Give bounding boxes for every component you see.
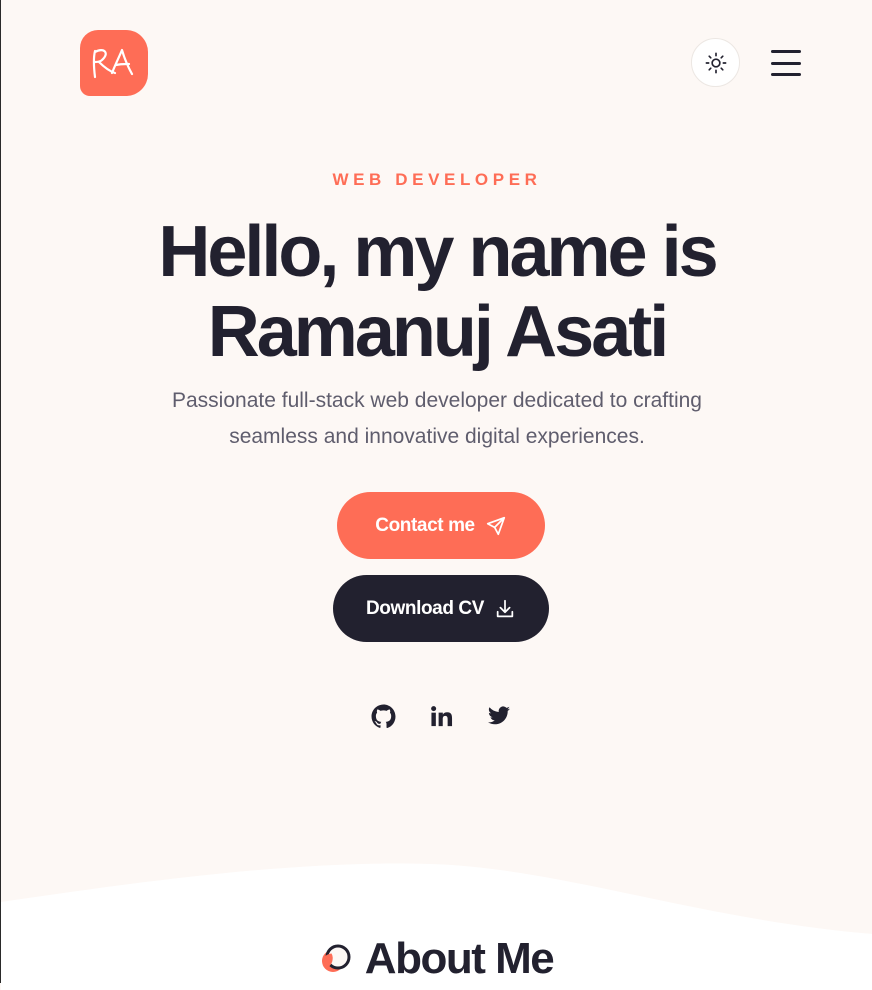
twitter-link[interactable] — [485, 702, 513, 730]
linkedin-link[interactable] — [427, 702, 455, 730]
github-link[interactable] — [369, 702, 397, 730]
menu-bar — [771, 61, 801, 65]
theme-toggle-button[interactable] — [691, 38, 740, 87]
subtitle-line-2: seamless and innovative digital experien… — [229, 425, 645, 448]
github-icon — [371, 704, 395, 728]
download-icon — [496, 599, 514, 617]
download-cv-label: Download CV — [365, 597, 485, 619]
social-links — [369, 702, 513, 730]
about-title: About Me — [364, 934, 555, 983]
menu-bar — [771, 73, 801, 76]
contact-me-button[interactable]: Contact me — [337, 492, 545, 559]
about-dot-icon — [321, 944, 351, 972]
send-icon — [486, 516, 505, 535]
headline-line-1: Hello, my name is — [158, 212, 718, 292]
sun-icon — [705, 52, 726, 73]
headline-line-2: Ramanuj Asati — [207, 292, 669, 372]
contact-me-label: Contact me — [375, 514, 475, 536]
hamburger-menu-button[interactable] — [771, 50, 801, 76]
hero-subtitle: Passionate full-stack web developer dedi… — [137, 383, 737, 455]
logo-mark-icon — [92, 48, 134, 79]
about-section-heading: About Me — [1, 930, 872, 988]
download-cv-button[interactable]: Download CV — [333, 575, 549, 642]
logo[interactable] — [80, 30, 148, 96]
menu-bar — [771, 50, 801, 53]
linkedin-icon — [430, 705, 452, 726]
hero-eyebrow: WEB DEVELOPER — [332, 170, 542, 189]
twitter-icon — [488, 706, 510, 725]
hero-headline: Hello, my name is Ramanuj Asati — [1, 212, 872, 372]
subtitle-line-1: Passionate full-stack web developer dedi… — [172, 389, 702, 412]
